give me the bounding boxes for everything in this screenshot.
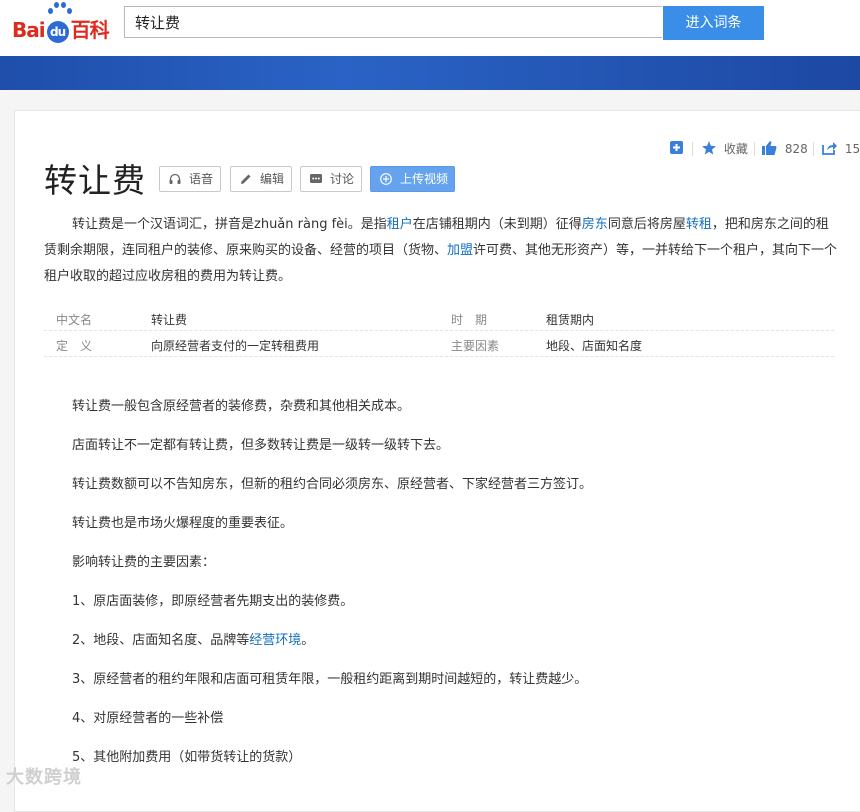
baidu-baike-logo[interactable]: Bai du 百科 — [12, 2, 120, 46]
thumbs-up-icon — [762, 141, 777, 155]
infobox-value: 租赁期内 — [546, 313, 595, 327]
link-sublet[interactable]: 转租 — [686, 217, 712, 232]
share-button[interactable]: 15 — [822, 140, 860, 158]
logo-du-badge: du — [46, 20, 69, 43]
edit-label: 编辑 — [260, 172, 285, 186]
body-paragraph: 1、原店面装修，即原经营者先期支出的装修费。 — [72, 594, 354, 609]
infobox-value: 地段、店面知名度 — [546, 339, 643, 353]
body-paragraph: 转让费一般包含原经营者的装修费，杂费和其他相关成本。 — [72, 399, 411, 414]
logo-text-bai: Bai — [12, 18, 46, 42]
summary-text: 同意后将房屋 — [607, 217, 686, 232]
watermark: 大数跨境 — [6, 767, 82, 788]
nav-band — [0, 56, 860, 90]
body-paragraph: 5、其他附加费用（如带货转让的货款） — [72, 750, 302, 765]
star-icon — [702, 141, 716, 155]
plus-circle-icon — [380, 173, 392, 185]
infobox-key: 时 期 — [451, 313, 488, 327]
search-input[interactable] — [125, 7, 662, 37]
discuss-label: 讨论 — [330, 172, 355, 186]
infobox-value: 转让费 — [151, 313, 188, 327]
entry-summary: 转让费是一个汉语词汇，拼音是zhuǎn ràng fèi。是指租户在店铺租期内（… — [44, 212, 840, 290]
infobox-value: 向原经营者支付的一定转租费用 — [151, 339, 320, 353]
link-landlord[interactable]: 房东 — [582, 217, 608, 232]
link-tenant[interactable]: 租户 — [387, 217, 413, 232]
body-text: 2、地段、店面知名度、品牌等 — [72, 633, 250, 648]
enter-entry-button[interactable]: 进入词条 — [663, 6, 764, 40]
collect-label: 收藏 — [723, 142, 748, 156]
share-count: 15 — [844, 142, 860, 156]
body-paragraph: 3、原经营者的租约年限和店面可租赁年限，一般租约距离到期时间越短的，转让费越少。 — [72, 672, 588, 687]
body-paragraph: 转让费也是市场火爆程度的重要表征。 — [72, 516, 294, 531]
like-count: 828 — [784, 142, 808, 156]
infobox-key: 主要因素 — [451, 339, 500, 353]
headphones-icon — [169, 173, 181, 184]
body-text: 。 — [301, 633, 315, 648]
body-paragraph: 店面转让不一定都有转让费，但多数转让费是一级转一级转下去。 — [72, 438, 450, 453]
entry-toolbar: 收藏 828 15 — [670, 140, 860, 158]
infobox-row: 定 义 向原经营者支付的一定转租费用 主要因素 地段、店面知名度 — [44, 331, 834, 357]
link-franchise[interactable]: 加盟 — [447, 243, 473, 258]
summary-text: 转让费是一个汉语词汇，拼音是zhuǎn ràng fèi。是指 — [72, 217, 387, 232]
like-button[interactable]: 828 — [762, 140, 808, 158]
edit-button[interactable]: 编辑 — [230, 166, 292, 192]
pencil-icon — [241, 174, 251, 184]
collect-button[interactable]: 收藏 — [702, 140, 748, 158]
infobox-key: 中文名 — [56, 313, 93, 327]
summary-text: 在店铺租期内（未到期）征得 — [412, 217, 582, 232]
upload-video-label: 上传视频 — [400, 172, 449, 186]
share-icon — [822, 142, 837, 155]
link-business-environment[interactable]: 经营环境 — [249, 633, 301, 648]
body-paragraph: 转让费数额可以不告知房东，但新的租约合同必须房东、原经营者、下家经营者三方签订。 — [72, 477, 593, 492]
infobox-row: 中文名 转让费 时 期 租赁期内 — [44, 305, 834, 331]
body-paragraph: 2、地段、店面知名度、品牌等经营环境。 — [72, 629, 314, 648]
chat-icon — [310, 174, 322, 183]
add-icon[interactable] — [670, 140, 684, 158]
voice-label: 语音 — [189, 172, 214, 186]
logo-text-baike: 百科 — [70, 18, 110, 42]
body-paragraph: 4、对原经营者的一些补偿 — [72, 711, 224, 726]
infobox-key: 定 义 — [56, 339, 93, 353]
search-box — [124, 6, 662, 38]
upload-video-button[interactable]: 上传视频 — [370, 166, 455, 192]
discuss-button[interactable]: 讨论 — [300, 166, 362, 192]
entry-title: 转让费 — [44, 161, 146, 200]
body-paragraph: 影响转让费的主要因素： — [72, 555, 216, 570]
top-header: Baidu百科 进入词条 — [0, 0, 860, 56]
voice-button[interactable]: 语音 — [159, 166, 221, 192]
